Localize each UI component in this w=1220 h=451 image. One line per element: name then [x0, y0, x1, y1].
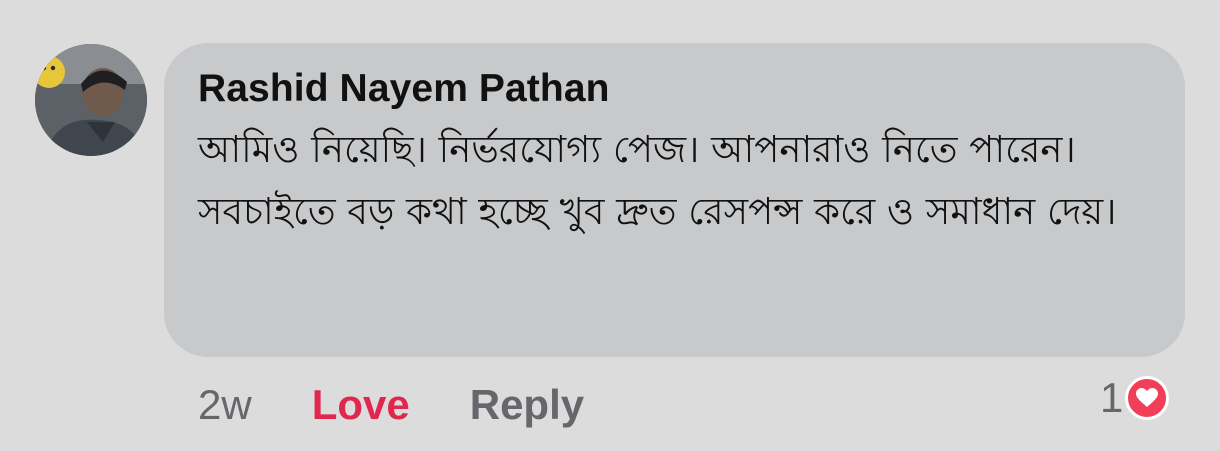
comment-author[interactable]: Rashid Nayem Pathan	[198, 65, 1155, 113]
comment-actions: 2w Love Reply	[198, 375, 584, 435]
avatar[interactable]	[35, 44, 147, 156]
comment-bubble: Rashid Nayem Pathan আমিও নিয়েছি। নির্ভর…	[164, 43, 1185, 357]
comment-timestamp[interactable]: 2w	[198, 381, 252, 429]
comment: Rashid Nayem Pathan আমিও নিয়েছি। নির্ভর…	[0, 0, 1220, 451]
comment-text: আমিও নিয়েছি। নির্ভরযোগ্য পেজ। আপনারাও ন…	[198, 128, 1117, 233]
heart-icon	[1125, 376, 1170, 420]
love-button[interactable]: Love	[312, 381, 410, 429]
reaction-summary[interactable]: 1	[1100, 368, 1170, 428]
avatar-photo	[35, 44, 147, 156]
reply-button[interactable]: Reply	[470, 381, 584, 429]
reaction-count: 1	[1100, 374, 1124, 421]
